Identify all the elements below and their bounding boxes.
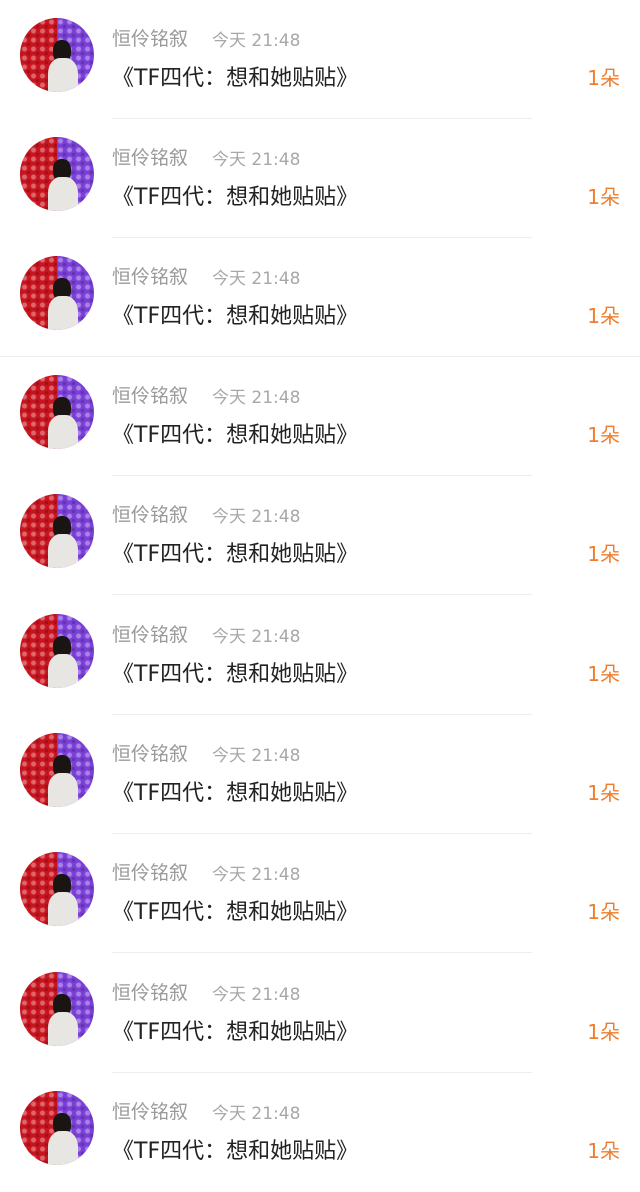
list-item[interactable]: 恒伶铭叙 今天 21:48 《TF四代：想和她贴贴》 1朵 (0, 715, 640, 834)
list-item[interactable]: 恒伶铭叙 今天 21:48 《TF四代：想和她贴贴》 1朵 (0, 476, 640, 595)
timestamp: 今天 21:48 (212, 507, 301, 527)
gift-count: 1朵 (587, 662, 620, 686)
timestamp: 今天 21:48 (212, 150, 301, 170)
timestamp: 今天 21:48 (212, 269, 301, 289)
timestamp: 今天 21:48 (212, 388, 301, 408)
gift-count: 1朵 (587, 900, 620, 924)
timestamp: 今天 21:48 (212, 1104, 301, 1124)
gift-count: 1朵 (587, 1139, 620, 1163)
work-title[interactable]: 《TF四代：想和她贴贴》 (112, 417, 358, 449)
sender-name[interactable]: 恒伶铭叙 (112, 24, 188, 51)
work-title[interactable]: 《TF四代：想和她贴贴》 (112, 894, 358, 926)
work-title[interactable]: 《TF四代：想和她贴贴》 (112, 298, 358, 330)
work-title[interactable]: 《TF四代：想和她贴贴》 (112, 775, 358, 807)
divider (112, 952, 532, 953)
work-title[interactable]: 《TF四代：想和她贴贴》 (112, 656, 358, 688)
sender-name[interactable]: 恒伶铭叙 (112, 500, 188, 527)
list-item[interactable]: 恒伶铭叙 今天 21:48 《TF四代：想和她贴贴》 1朵 (0, 119, 640, 238)
user-avatar-icon[interactable] (20, 256, 94, 330)
list-item[interactable]: 恒伶铭叙 今天 21:48 《TF四代：想和她贴贴》 1朵 (0, 1073, 640, 1192)
user-avatar-icon[interactable] (20, 375, 94, 449)
list-item[interactable]: 恒伶铭叙 今天 21:48 《TF四代：想和她贴贴》 1朵 (0, 0, 640, 119)
sender-name[interactable]: 恒伶铭叙 (112, 381, 188, 408)
timestamp: 今天 21:48 (212, 31, 301, 51)
timestamp: 今天 21:48 (212, 627, 301, 647)
sender-name[interactable]: 恒伶铭叙 (112, 143, 188, 170)
timestamp: 今天 21:48 (212, 865, 301, 885)
sender-name[interactable]: 恒伶铭叙 (112, 978, 188, 1005)
user-avatar-icon[interactable] (20, 1091, 94, 1165)
user-avatar-icon[interactable] (20, 137, 94, 211)
list-item[interactable]: 恒伶铭叙 今天 21:48 《TF四代：想和她贴贴》 1朵 (0, 596, 640, 715)
user-avatar-icon[interactable] (20, 18, 94, 92)
sender-name[interactable]: 恒伶铭叙 (112, 739, 188, 766)
gift-count: 1朵 (587, 1020, 620, 1044)
timestamp: 今天 21:48 (212, 746, 301, 766)
sender-name[interactable]: 恒伶铭叙 (112, 1097, 188, 1124)
work-title[interactable]: 《TF四代：想和她贴贴》 (112, 536, 358, 568)
user-avatar-icon[interactable] (20, 852, 94, 926)
work-title[interactable]: 《TF四代：想和她贴贴》 (112, 179, 358, 211)
user-avatar-icon[interactable] (20, 972, 94, 1046)
list-item[interactable]: 恒伶铭叙 今天 21:48 《TF四代：想和她贴贴》 1朵 (0, 954, 640, 1073)
user-avatar-icon[interactable] (20, 614, 94, 688)
sender-name[interactable]: 恒伶铭叙 (112, 620, 188, 647)
work-title[interactable]: 《TF四代：想和她贴贴》 (112, 1014, 358, 1046)
user-avatar-icon[interactable] (20, 494, 94, 568)
sender-name[interactable]: 恒伶铭叙 (112, 858, 188, 885)
divider (112, 594, 532, 595)
list-item[interactable]: 恒伶铭叙 今天 21:48 《TF四代：想和她贴贴》 1朵 (0, 238, 640, 357)
gift-count: 1朵 (587, 542, 620, 566)
gift-count: 1朵 (587, 66, 620, 90)
gift-count: 1朵 (587, 423, 620, 447)
user-avatar-icon[interactable] (20, 733, 94, 807)
work-title[interactable]: 《TF四代：想和她贴贴》 (112, 60, 358, 92)
gift-count: 1朵 (587, 781, 620, 805)
list-item[interactable]: 恒伶铭叙 今天 21:48 《TF四代：想和她贴贴》 1朵 (0, 357, 640, 476)
sender-name[interactable]: 恒伶铭叙 (112, 262, 188, 289)
gift-count: 1朵 (587, 185, 620, 209)
gift-count: 1朵 (587, 304, 620, 328)
list-item[interactable]: 恒伶铭叙 今天 21:48 《TF四代：想和她贴贴》 1朵 (0, 834, 640, 953)
timestamp: 今天 21:48 (212, 985, 301, 1005)
work-title[interactable]: 《TF四代：想和她贴贴》 (112, 1133, 358, 1165)
